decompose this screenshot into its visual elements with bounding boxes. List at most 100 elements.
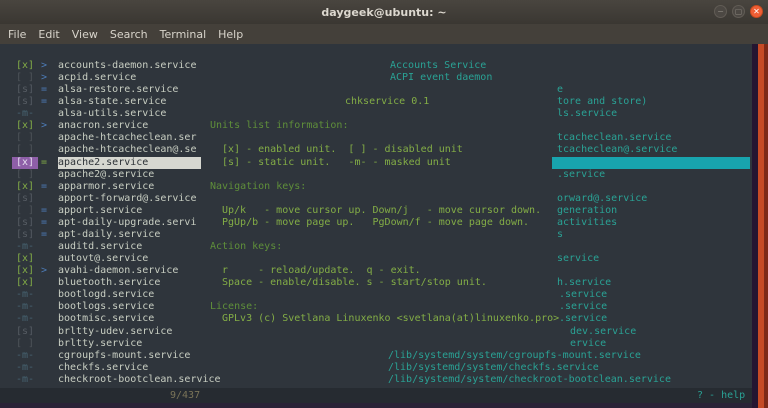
service-row[interactable]: [s]=alsa-restore.service xyxy=(0,84,540,96)
unit-state-marker: [ ] xyxy=(16,132,34,144)
unit-state-marker: [ ] xyxy=(16,144,34,156)
fragment-dev-service: dev.service xyxy=(570,326,636,338)
path-checkfs: /lib/systemd/system/checkfs.service xyxy=(388,362,599,374)
unit-state-marker: [ ] xyxy=(16,205,34,217)
nav-keys-header: Navigation keys: xyxy=(210,181,306,193)
service-name: checkroot-bootclean.service xyxy=(58,374,221,386)
service-row[interactable]: -m-bootlogs.service xyxy=(0,301,540,313)
unit-state-marker: [x] xyxy=(16,120,34,132)
service-name: alsa-utils.service xyxy=(58,108,166,120)
license-line: GPLv3 (c) Svetlana Linuxenko <svetlana(a… xyxy=(222,313,559,325)
service-name: brltty-udev.service xyxy=(58,326,172,338)
unit-state-marker: [s] xyxy=(16,326,34,338)
unit-connector: = xyxy=(41,157,47,169)
service-row[interactable]: [ ]apache2@.service xyxy=(0,169,540,181)
service-name: apache-htcacheclean.ser xyxy=(58,132,196,144)
status-help-hint: ? - help xyxy=(697,388,745,403)
service-row[interactable]: -m-bootlogd.service xyxy=(0,289,540,301)
service-row[interactable]: [x] autovt@.service xyxy=(0,253,540,265)
service-row[interactable]: [s] brltty-udev.service xyxy=(0,326,540,338)
action-keys-header: Action keys: xyxy=(210,241,282,253)
service-name: apache-htcacheclean@.se xyxy=(58,144,196,156)
license-header: License: xyxy=(210,301,258,313)
unit-state-marker: [s] xyxy=(16,217,34,229)
unit-connector: > xyxy=(41,60,47,72)
fragment-e: e xyxy=(557,84,563,96)
unit-state-marker: [x] xyxy=(16,253,34,265)
path-cgroupfs-mount: /lib/systemd/system/cgroupfs-mount.servi… xyxy=(388,350,641,362)
units-info-header: Units list information: xyxy=(210,120,348,132)
unit-state-marker: [x] xyxy=(16,60,34,72)
fragment-service-3: .service xyxy=(559,289,607,301)
fragment-service-4: .service xyxy=(559,301,607,313)
menu-item-edit[interactable]: Edit xyxy=(32,28,65,41)
unit-state-marker: -m- xyxy=(16,362,34,374)
unit-connector: = xyxy=(41,229,47,241)
unit-state-marker: [ ] xyxy=(16,72,34,84)
service-name: autovt@.service xyxy=(58,253,148,265)
unit-connector: = xyxy=(41,181,47,193)
menu-item-terminal[interactable]: Terminal xyxy=(154,28,213,41)
service-row[interactable]: [s]=apt-daily.service xyxy=(0,229,540,241)
fragment-s: s xyxy=(557,229,563,241)
window-bottom-border xyxy=(0,403,758,408)
service-name: bootmisc.service xyxy=(58,313,154,325)
unit-connector: = xyxy=(41,205,47,217)
unit-state-marker: -m- xyxy=(16,301,34,313)
service-row[interactable]: -m-alsa-utils.service xyxy=(0,108,540,120)
action-line-2: Space - enable/disable. s - start/stop u… xyxy=(222,277,487,289)
status-bar: 9/437 ? - help xyxy=(0,388,752,403)
unit-connector: > xyxy=(41,120,47,132)
unit-connector: = xyxy=(41,96,47,108)
service-name: checkfs.service xyxy=(58,362,148,374)
nav-line-2: PgUp/b - move page up. PgDown/f - move p… xyxy=(222,217,529,229)
desktop-edge-maroon xyxy=(764,44,768,408)
unit-state-marker: [s] xyxy=(16,84,34,96)
service-name: apt-daily.service xyxy=(58,229,160,241)
legend-static-masked: [s] - static unit. -m- - masked unit xyxy=(222,157,451,169)
menu-item-view[interactable]: View xyxy=(66,28,104,41)
window-title: daygeek@ubuntu: ~ xyxy=(321,6,446,19)
unit-state-marker: [s] xyxy=(16,96,34,108)
service-name: cgroupfs-mount.service xyxy=(58,350,190,362)
legend-enabled-disabled: [x] - enabled unit. [ ] - disabled unit xyxy=(222,144,463,156)
window-titlebar: daygeek@ubuntu: ~ − ▢ ✕ xyxy=(0,0,768,24)
maximize-button[interactable]: ▢ xyxy=(732,5,745,18)
menu-bar: FileEditViewSearchTerminalHelp xyxy=(0,24,768,44)
service-name: bootlogd.service xyxy=(58,289,154,301)
selection-bar xyxy=(552,157,750,169)
unit-connector: > xyxy=(41,72,47,84)
service-name: anacron.service xyxy=(58,120,148,132)
service-name: brltty.service xyxy=(58,338,142,350)
service-row[interactable]: [s]apport-forward@.service xyxy=(0,193,540,205)
path-checkroot-bootclean: /lib/systemd/system/checkroot-bootclean.… xyxy=(388,374,671,386)
unit-connector: = xyxy=(41,217,47,229)
unit-state-marker: -m- xyxy=(16,313,34,325)
service-name: apport.service xyxy=(58,205,142,217)
fragment-service-2: service xyxy=(557,253,599,265)
status-position: 9/437 xyxy=(170,388,200,403)
fragment-ls-service: ls.service xyxy=(557,108,617,120)
menu-item-help[interactable]: Help xyxy=(212,28,249,41)
unit-state-marker: -m- xyxy=(16,350,34,362)
service-name: apport-forward@.service xyxy=(58,193,196,205)
service-row[interactable]: [s]=alsa-state.service xyxy=(0,96,540,108)
unit-state-marker: [x] xyxy=(12,157,38,169)
menu-item-search[interactable]: Search xyxy=(104,28,154,41)
menu-item-file[interactable]: File xyxy=(2,28,32,41)
desc-acpi-event-daemon: ACPI event daemon xyxy=(390,72,492,84)
service-row[interactable]: [ ] apache-htcacheclean.ser xyxy=(0,132,540,144)
service-name: avahi-daemon.service xyxy=(58,265,178,277)
fragment-service-5: .service xyxy=(559,313,607,325)
minimize-button[interactable]: − xyxy=(714,5,727,18)
close-button[interactable]: ✕ xyxy=(750,5,763,18)
fragment-h-service: h.service xyxy=(557,277,611,289)
service-row[interactable]: [ ]brltty.service xyxy=(0,338,540,350)
service-name: accounts-daemon.service xyxy=(58,60,196,72)
service-name: bootlogs.service xyxy=(58,301,154,313)
unit-connector: > xyxy=(41,265,47,277)
fragment-service-1: .service xyxy=(557,169,605,181)
service-name: apparmor.service xyxy=(58,181,154,193)
service-name: auditd.service xyxy=(58,241,142,253)
unit-state-marker: [x] xyxy=(16,181,34,193)
